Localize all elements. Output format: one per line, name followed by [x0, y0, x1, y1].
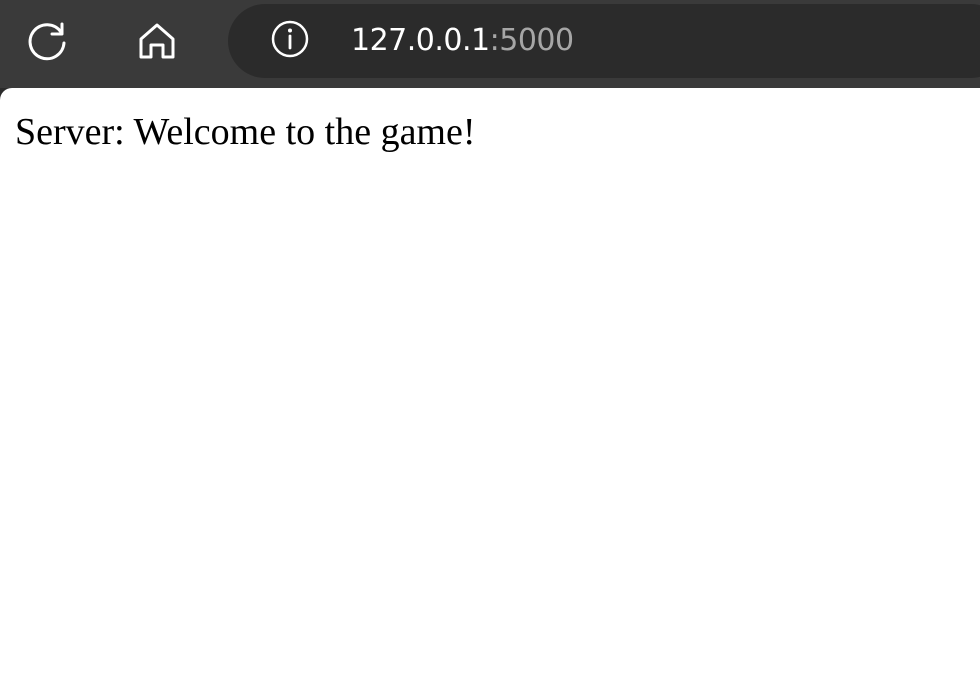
home-button[interactable]	[131, 15, 183, 67]
server-message: Server: Welcome to the game!	[15, 111, 476, 153]
info-icon	[270, 19, 310, 64]
refresh-button[interactable]	[21, 15, 73, 67]
url-host: 127.0.0.1	[351, 23, 490, 58]
browser-toolbar: 127.0.0.1:5000	[0, 0, 980, 88]
site-info-button[interactable]	[270, 19, 310, 64]
address-bar[interactable]: 127.0.0.1:5000	[228, 4, 980, 78]
url-text[interactable]: 127.0.0.1:5000	[351, 23, 574, 59]
home-icon	[135, 19, 179, 63]
url-port: :5000	[489, 23, 574, 58]
page-viewport: Server: Welcome to the game!	[0, 88, 980, 677]
refresh-icon	[24, 18, 70, 64]
